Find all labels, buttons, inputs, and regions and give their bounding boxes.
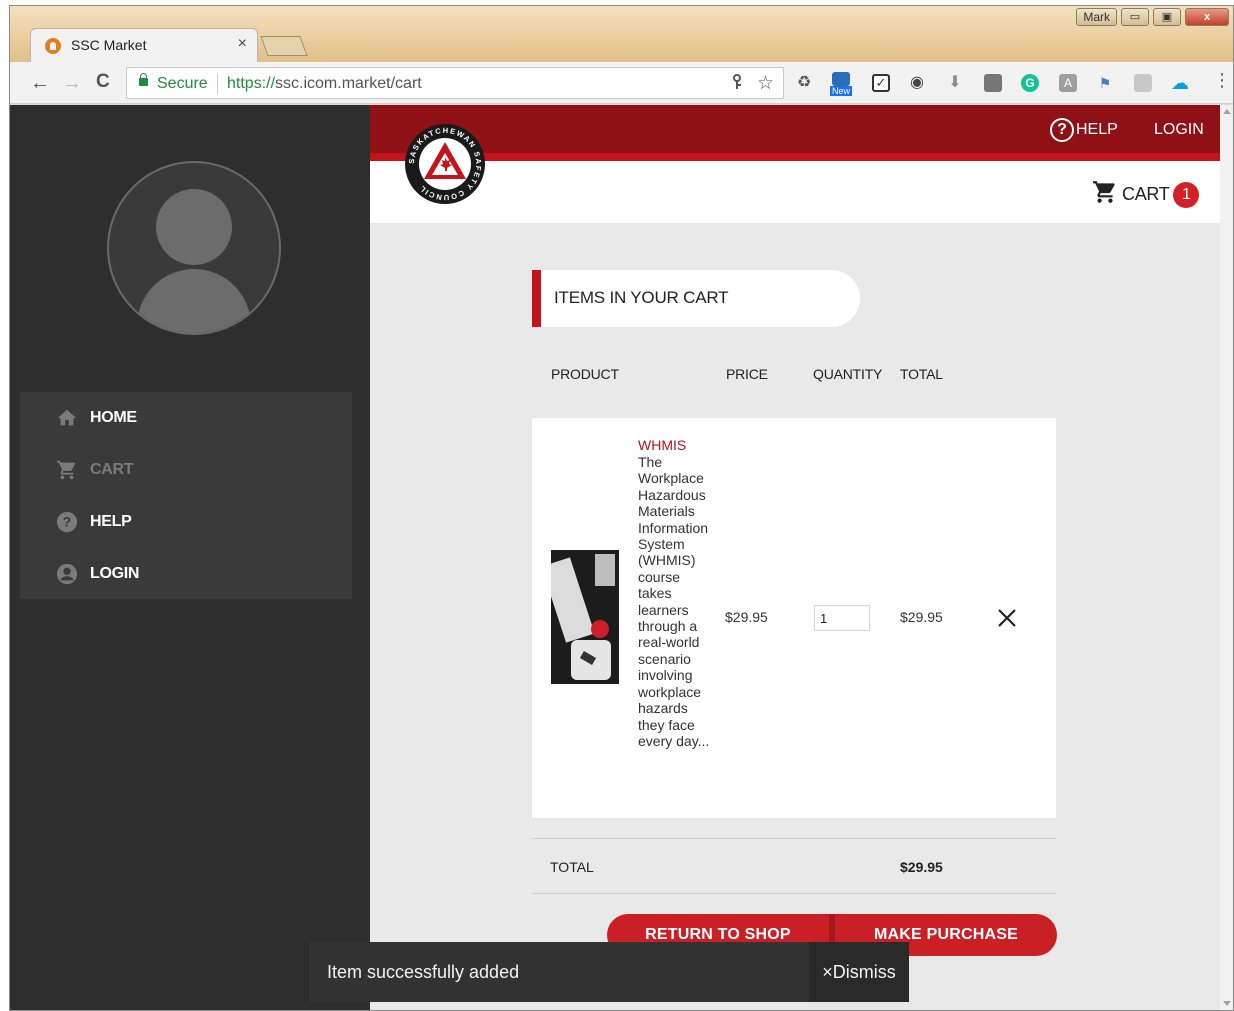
close-icon: × <box>822 962 833 982</box>
url-scheme: https:// <box>227 75 276 92</box>
home-icon <box>56 407 78 429</box>
product-price: $29.95 <box>725 609 768 625</box>
tab-title: SSC Market <box>71 37 147 53</box>
close-window-button[interactable]: x <box>1185 8 1229 26</box>
svg-text:?: ? <box>63 515 71 530</box>
sidebar-item-home[interactable]: HOME <box>20 392 352 444</box>
top-bar: ? HELP LOGIN <box>370 105 1220 153</box>
sidebar-item-cart[interactable]: CART <box>20 444 352 496</box>
thumb-shape <box>591 620 609 638</box>
sidebar-menu: HOME CART ? HELP LOGIN <box>20 392 352 599</box>
grammarly-icon[interactable]: G <box>1021 74 1039 92</box>
column-header-quantity: QUANTITY <box>813 366 883 382</box>
product-thumbnail[interactable] <box>551 550 619 684</box>
cart-section-header: ITEMS IN YOUR CART <box>532 270 860 327</box>
pdf-icon[interactable] <box>1134 74 1152 92</box>
thumb-shape <box>551 557 595 643</box>
help-circle-icon: ? <box>1050 118 1074 142</box>
new-tab-button[interactable] <box>260 36 308 56</box>
divider <box>532 838 1056 839</box>
cart-total-value: $29.95 <box>900 859 943 875</box>
cart-icon <box>1092 179 1118 210</box>
ext-new-badge: New <box>830 86 853 96</box>
sidebar-item-label: LOGIN <box>90 565 140 582</box>
remove-item-close-icon[interactable] <box>997 608 1017 628</box>
window-user-label[interactable]: Mark <box>1076 8 1117 26</box>
lock-icon <box>139 73 148 86</box>
browser-toolbar: ← → C Secure https://ssc.icom.market/car… <box>10 62 1233 104</box>
product-name-link[interactable]: WHMIS <box>638 437 686 453</box>
page-title: ITEMS IN YOUR CART <box>554 288 729 307</box>
avatar-head <box>156 189 232 265</box>
help-icon: ? <box>56 511 78 533</box>
address-bar[interactable]: Secure https://ssc.icom.market/cart ☆ <box>126 67 784 99</box>
avatar-body <box>137 269 251 333</box>
scroll-up-arrow-icon[interactable] <box>1223 109 1231 114</box>
column-header-price: PRICE <box>726 366 768 382</box>
download-icon[interactable]: ⬇ <box>946 74 964 92</box>
sidebar-item-label: HELP <box>90 513 132 530</box>
sidebar-item-label: HOME <box>90 409 137 426</box>
flag-icon[interactable]: ⚑ <box>1096 74 1114 92</box>
sidebar-item-help[interactable]: ? HELP <box>20 496 352 548</box>
section-accent-bar <box>532 270 541 327</box>
product-description: The Workplace Hazardous Materials Inform… <box>638 454 710 749</box>
cart-total-label: TOTAL <box>550 859 594 875</box>
sidebar: HOME CART ? HELP LOGIN <box>10 105 370 1010</box>
sidebar-item-label: CART <box>90 461 134 478</box>
top-bar-stripe <box>370 153 1220 161</box>
omnibox-divider <box>217 74 218 94</box>
divider <box>532 893 1056 894</box>
title-bar: SSC Market × Mark ▭ ▣ x <box>10 6 1233 62</box>
account-icon <box>56 563 78 585</box>
browser-menu-icon[interactable]: ⋮ <box>1213 70 1231 91</box>
line-total: $29.95 <box>900 609 943 625</box>
cart-icon <box>56 459 78 481</box>
checkbox-icon[interactable]: ✓ <box>872 74 890 92</box>
browser-tab[interactable]: SSC Market × <box>30 28 258 62</box>
main-content: ? HELP LOGIN SASKATCHEWAN SAFETY COUNCIL <box>370 105 1220 1010</box>
snackbar-message: Item successfully added <box>327 962 520 982</box>
page-scrollbar[interactable] <box>1220 105 1233 1010</box>
header-cart-label: CART <box>1122 184 1170 204</box>
cart-item-row: WHMIS The Workplace Hazardous Materials … <box>532 418 1056 818</box>
translate-icon[interactable]: A <box>1059 74 1077 92</box>
eye-icon[interactable]: ◉ <box>908 74 926 92</box>
tab-close-icon[interactable]: × <box>238 35 247 53</box>
url-path: ssc.icom.market/cart <box>275 75 422 92</box>
forward-button[interactable]: → <box>62 72 82 95</box>
browser-window: SSC Market × Mark ▭ ▣ x ← → C Secure htt… <box>9 5 1234 1011</box>
thumb-shape <box>595 554 615 586</box>
page-content: HOME CART ? HELP LOGIN ? HELP LOGIN SASK… <box>10 105 1220 1010</box>
maximize-button[interactable]: ▣ <box>1153 8 1181 26</box>
header-help-link[interactable]: ? HELP <box>1050 118 1118 142</box>
site-favicon-icon <box>45 38 61 54</box>
recycle-icon[interactable]: ♻ <box>795 74 813 92</box>
snackbar-notification: Item successfully added ×Dismiss <box>309 942 909 1002</box>
url-text[interactable]: https://ssc.icom.market/cart <box>227 75 422 93</box>
column-header-product: PRODUCT <box>551 366 619 382</box>
reload-button[interactable]: C <box>96 71 110 93</box>
quantity-input[interactable] <box>814 605 870 631</box>
saskatchewan-safety-council-logo[interactable]: SASKATCHEWAN SAFETY COUNCIL <box>404 123 486 205</box>
header-login-link[interactable]: LOGIN <box>1154 121 1204 139</box>
square-icon[interactable] <box>984 74 1002 92</box>
minimize-button[interactable]: ▭ <box>1121 8 1149 26</box>
header-help-label: HELP <box>1076 121 1118 138</box>
sidebar-item-login[interactable]: LOGIN <box>20 548 352 600</box>
column-header-total: TOTAL <box>900 366 943 382</box>
salesforce-icon[interactable]: ☁ <box>1171 74 1189 92</box>
cart-count-badge: 1 <box>1173 181 1200 208</box>
avatar <box>107 161 281 335</box>
header-cart-link[interactable]: CART 1 <box>1092 179 1200 210</box>
scroll-down-arrow-icon[interactable] <box>1223 1001 1231 1006</box>
window-controls: Mark ▭ ▣ x <box>1076 8 1229 28</box>
new-tab-icon[interactable] <box>832 72 850 86</box>
dismiss-label: Dismiss <box>832 962 896 982</box>
key-icon[interactable] <box>731 74 743 95</box>
back-button[interactable]: ← <box>30 72 50 95</box>
bookmark-star-icon[interactable]: ☆ <box>757 72 774 95</box>
secure-label: Secure <box>157 75 208 92</box>
dismiss-button[interactable]: ×Dismiss <box>809 942 909 1002</box>
